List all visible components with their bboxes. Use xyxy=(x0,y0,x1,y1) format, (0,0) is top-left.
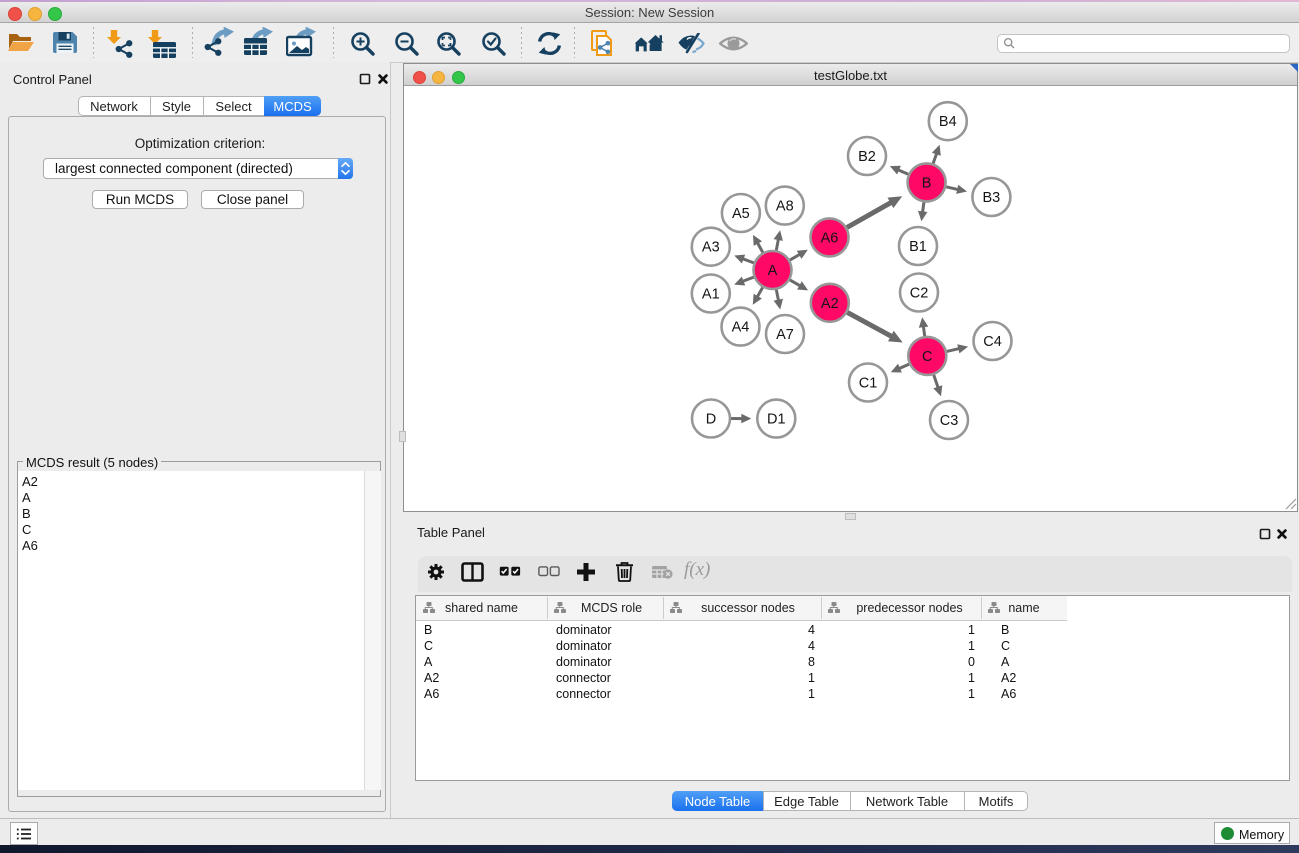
svg-text:A1: A1 xyxy=(702,287,720,303)
svg-text:D1: D1 xyxy=(767,412,786,428)
svg-text:A6: A6 xyxy=(821,230,839,246)
svg-text:B4: B4 xyxy=(939,114,957,130)
svg-text:C4: C4 xyxy=(983,334,1002,350)
svg-text:B: B xyxy=(922,175,932,191)
svg-text:A5: A5 xyxy=(732,206,750,222)
svg-text:C3: C3 xyxy=(940,413,959,429)
svg-text:A7: A7 xyxy=(776,327,794,343)
svg-text:D: D xyxy=(706,412,716,428)
svg-text:A3: A3 xyxy=(702,240,720,256)
svg-text:B3: B3 xyxy=(983,190,1001,206)
svg-text:B1: B1 xyxy=(909,239,927,255)
svg-text:A8: A8 xyxy=(776,199,794,215)
svg-text:B2: B2 xyxy=(858,149,876,165)
svg-text:C: C xyxy=(922,349,932,365)
svg-text:A4: A4 xyxy=(732,320,750,336)
svg-text:C2: C2 xyxy=(910,286,929,302)
svg-text:A2: A2 xyxy=(821,296,839,312)
svg-text:C1: C1 xyxy=(859,376,878,392)
svg-text:A: A xyxy=(768,263,778,279)
